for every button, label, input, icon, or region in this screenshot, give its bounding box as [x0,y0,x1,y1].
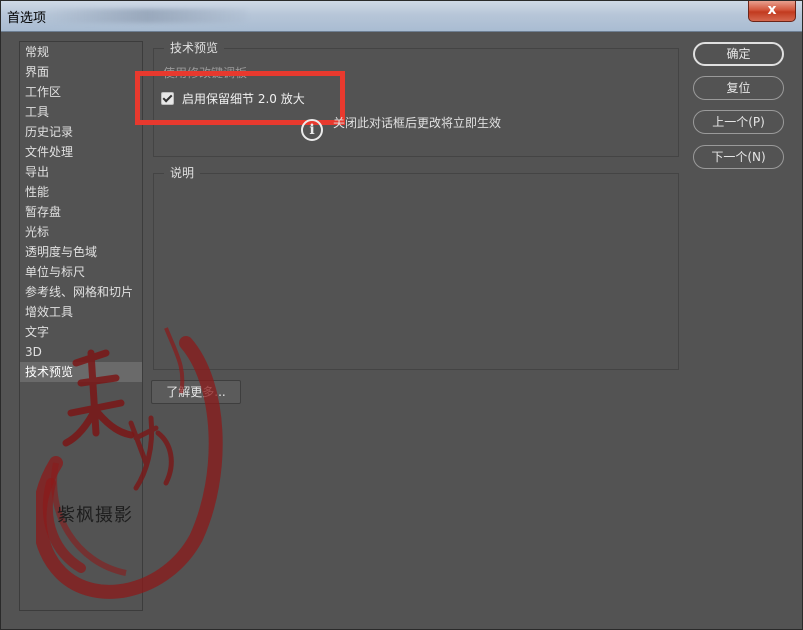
nav-item-transparency-gamut[interactable]: 透明度与色域 [20,242,142,262]
nav-item-general[interactable]: 常规 [20,42,142,62]
nav-item-performance[interactable]: 性能 [20,182,142,202]
info-message: 关闭此对话框后更改将立即生效 [333,116,502,130]
title-bar[interactable]: 首选项 x [1,1,802,32]
nav-item-type[interactable]: 文字 [20,322,142,342]
nav-item-export[interactable]: 导出 [20,162,142,182]
info-icon: i [301,119,323,141]
watermark-text: 紫枫摄影 [57,505,133,526]
reset-button[interactable]: 复位 [693,76,784,100]
nav-item-3d[interactable]: 3D [20,342,142,362]
nav-item-guides-grid-slices[interactable]: 参考线、网格和切片 [20,282,142,302]
close-button[interactable]: x [748,1,796,22]
description-title: 说明 [164,165,201,181]
description-group: 说明 [153,165,679,370]
preferences-window: 首选项 x 常规 界面 工作区 工具 历史记录 文件处理 导出 性能 暂存盘 光… [0,0,803,630]
nav-item-interface[interactable]: 界面 [20,62,142,82]
nav-item-technology-previews[interactable]: 技术预览 [20,362,142,382]
nav-item-cursors[interactable]: 光标 [20,222,142,242]
prev-button[interactable]: 上一个(P) [693,110,784,134]
nav-item-plugins[interactable]: 增效工具 [20,302,142,322]
nav-item-tools[interactable]: 工具 [20,102,142,122]
close-icon: x [767,2,777,18]
nav-item-file-handling[interactable]: 文件处理 [20,142,142,162]
learn-more-button[interactable]: 了解更多... [151,380,241,404]
window-title: 首选项 [7,11,47,26]
nav-item-scratch-disks[interactable]: 暂存盘 [20,202,142,222]
nav-item-units-rulers[interactable]: 单位与标尺 [20,262,142,282]
nav-item-workspace[interactable]: 工作区 [20,82,142,102]
ok-button[interactable]: 确定 [693,42,784,66]
blurred-title-area [47,9,247,23]
nav-item-history[interactable]: 历史记录 [20,122,142,142]
next-button[interactable]: 下一个(N) [693,145,784,169]
red-highlight-box [135,71,345,125]
tech-preview-title: 技术预览 [164,40,225,56]
